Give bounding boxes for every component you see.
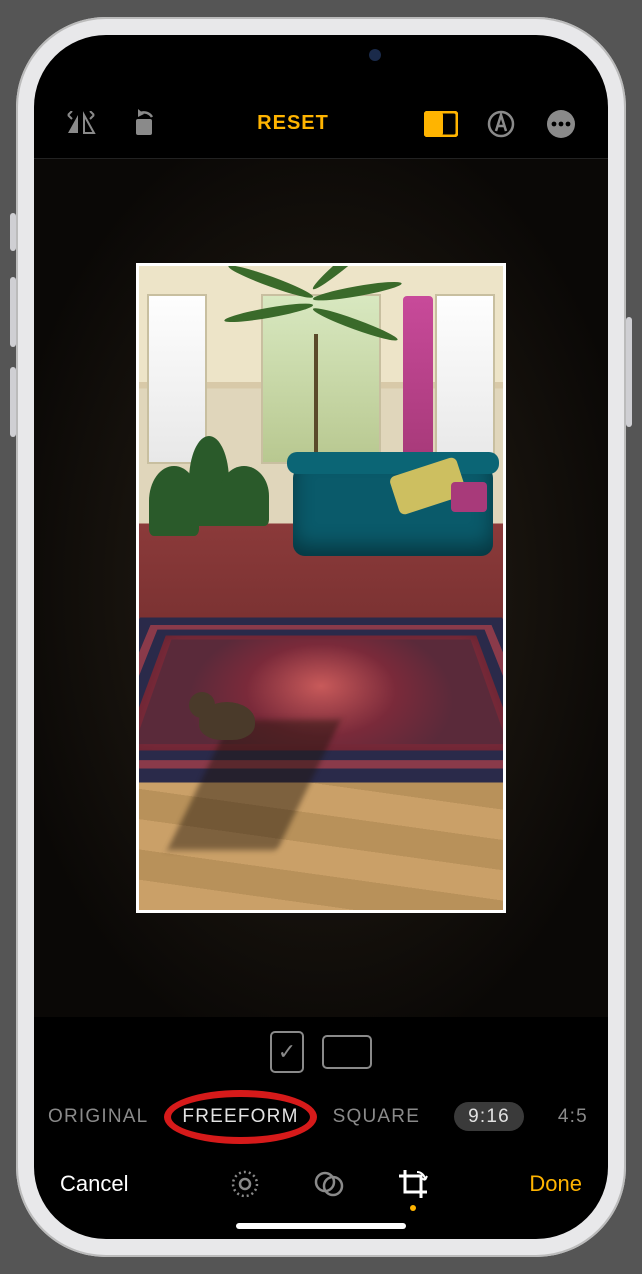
markup-icon[interactable] <box>484 107 518 141</box>
crop-toolbar: RESET <box>34 89 608 159</box>
adjust-mode-icon[interactable] <box>228 1167 262 1201</box>
crop-handle-bl[interactable] <box>136 888 161 913</box>
hw-silent-switch <box>10 213 16 251</box>
aspect-option-9-16[interactable]: 9:16 <box>450 1103 528 1131</box>
checkmark-icon: ✓ <box>278 1039 296 1065</box>
crop-handle-tl[interactable] <box>136 263 161 288</box>
more-icon[interactable] <box>544 107 578 141</box>
done-button[interactable]: Done <box>529 1171 582 1197</box>
crop-handle-tr[interactable] <box>481 263 506 288</box>
crop-handle-br[interactable] <box>481 888 506 913</box>
flip-icon[interactable] <box>64 107 98 141</box>
device-frame: RESET <box>16 17 626 1257</box>
aspect-option-label: 9:16 <box>454 1102 524 1131</box>
crop-frame[interactable] <box>136 263 506 913</box>
hw-power-button <box>626 317 632 427</box>
aspect-option-freeform[interactable]: FREEFORM <box>178 1103 302 1131</box>
cancel-button[interactable]: Cancel <box>60 1171 128 1197</box>
reset-button[interactable]: RESET <box>257 112 329 134</box>
photo-canvas[interactable] <box>34 159 608 1017</box>
rotate-icon[interactable] <box>128 107 162 141</box>
orientation-toggle: ✓ <box>34 1017 608 1087</box>
orientation-portrait-button[interactable]: ✓ <box>270 1031 304 1073</box>
hw-volume-up <box>10 277 16 347</box>
notch <box>191 35 451 75</box>
screen: RESET <box>34 35 608 1239</box>
aspect-ratio-icon[interactable] <box>424 107 458 141</box>
crop-mode-icon[interactable] <box>396 1167 430 1201</box>
annotation-circle <box>164 1090 316 1144</box>
aspect-ratio-scroller[interactable]: ORIGINALFREEFORMSQUARE9:164:55:7 <box>34 1087 608 1147</box>
hw-volume-down <box>10 367 16 437</box>
aspect-option-4-5[interactable]: 4:5 <box>554 1103 592 1131</box>
home-indicator[interactable] <box>236 1223 406 1229</box>
aspect-option-square[interactable]: SQUARE <box>329 1103 424 1131</box>
aspect-option-original[interactable]: ORIGINAL <box>44 1103 152 1131</box>
filters-mode-icon[interactable] <box>312 1167 346 1201</box>
orientation-landscape-button[interactable] <box>322 1035 372 1069</box>
